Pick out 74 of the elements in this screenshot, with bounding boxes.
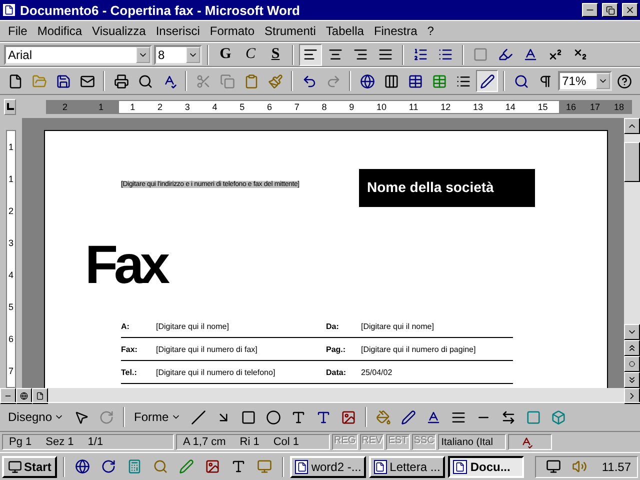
- page-icon: [36, 392, 44, 400]
- field-label: Data:: [326, 368, 348, 376]
- field-label: Pag.:: [326, 344, 347, 354]
- restore-icon: [606, 6, 614, 14]
- menu-item[interactable]: Strumenti: [260, 24, 320, 38]
- taskbar-button[interactable]: word2 -...: [290, 456, 366, 478]
- menu-item[interactable]: File: [4, 24, 32, 38]
- style-button[interactable]: G: [214, 44, 237, 66]
- menu-item[interactable]: Inserisci: [152, 24, 204, 38]
- drawing-menu-button[interactable]: Disegno: [4, 406, 68, 428]
- fax-heading: Fax: [85, 235, 168, 295]
- layout-view-button[interactable]: [32, 388, 48, 404]
- style-button[interactable]: S: [264, 44, 287, 66]
- company-name: Nome della società: [359, 169, 535, 207]
- scroll-up-button[interactable]: [624, 118, 640, 134]
- status-text: Pg 1: [9, 436, 32, 448]
- menu-item[interactable]: Visualizza: [88, 24, 150, 38]
- field-value: [Digitare qui il numero di telefono]: [156, 368, 276, 376]
- field-value: [Digitare qui il nome]: [361, 322, 435, 330]
- browse-object-button[interactable]: [624, 356, 640, 372]
- taskbar-button[interactable]: Lettera ...: [369, 456, 446, 478]
- start-button[interactable]: Start: [2, 456, 58, 478]
- globe-icon: [20, 392, 28, 400]
- double-down-arrow-icon: [627, 375, 637, 385]
- double-up-arrow-icon: [627, 343, 637, 353]
- drawing-tools-icon[interactable]: [476, 70, 498, 92]
- left-tab-icon: [6, 102, 14, 110]
- align-left-icon[interactable]: [299, 44, 322, 66]
- menu-item[interactable]: Modifica: [33, 24, 86, 38]
- document-icon: [453, 460, 468, 474]
- restore-button[interactable]: [602, 3, 618, 17]
- style-button[interactable]: C: [239, 44, 262, 66]
- font-field[interactable]: Arial: [4, 44, 152, 64]
- taskbar-button[interactable]: Docu...: [448, 456, 524, 478]
- circle-icon: [629, 361, 635, 367]
- clock: 11.57: [602, 460, 631, 474]
- language-status: Italiano (Ital: [438, 434, 506, 450]
- close-button[interactable]: [622, 3, 638, 17]
- next-page-button[interactable]: [624, 372, 640, 388]
- status-text: A 1,7 cm: [183, 436, 226, 448]
- status-text: Ri 1: [240, 436, 260, 448]
- font-size-field[interactable]: 8: [154, 44, 202, 64]
- scroll-thumb[interactable]: [624, 142, 640, 182]
- status-text: Sez 1: [46, 436, 74, 448]
- vertical-ruler[interactable]: 1 1 2 3 4 5 6 7: [6, 130, 16, 388]
- menu-item[interactable]: Finestra: [370, 24, 422, 38]
- menu-item[interactable]: Tabella: [322, 24, 368, 38]
- document-icon: [295, 460, 308, 474]
- windows-logo-icon: [8, 460, 22, 474]
- previous-page-button[interactable]: [624, 340, 640, 356]
- web-view-button[interactable]: [16, 388, 32, 404]
- field-value: [Digitare qui il numero di pagine]: [361, 344, 477, 354]
- menu-item[interactable]: Formato: [206, 24, 259, 38]
- field-label: A:: [121, 322, 130, 330]
- menu-item[interactable]: ?: [423, 24, 438, 38]
- scroll-right-button[interactable]: [624, 388, 640, 404]
- status-text: 1/1: [88, 436, 104, 448]
- field-value: 25/04/02: [361, 368, 394, 376]
- close-icon: [625, 5, 635, 15]
- shapes-menu-button[interactable]: Forme: [130, 406, 185, 428]
- horizontal-ruler[interactable]: 2 1 1 2 3 4 5 6 7 8 9 10 11 12 13 14 15 16 17 18: [46, 100, 632, 114]
- zoom-field[interactable]: 71%: [558, 71, 612, 91]
- field-label: Da:: [326, 322, 340, 330]
- field-label: Tel.:: [121, 368, 138, 376]
- window-title: Documento6 - Copertina fax - Microsoft Word: [20, 2, 301, 18]
- tab-stop-selector[interactable]: [4, 98, 16, 114]
- field-value: [Digitare qui il nome]: [156, 322, 230, 330]
- status-text: Col 1: [273, 436, 300, 448]
- minimize-button[interactable]: [582, 3, 598, 17]
- scroll-down-button[interactable]: [624, 324, 640, 340]
- field-value: [Digitare qui il numero di fax]: [156, 344, 258, 354]
- document-icon: [374, 460, 387, 474]
- normal-view-button[interactable]: [0, 388, 16, 404]
- field-label: Fax:: [121, 344, 138, 354]
